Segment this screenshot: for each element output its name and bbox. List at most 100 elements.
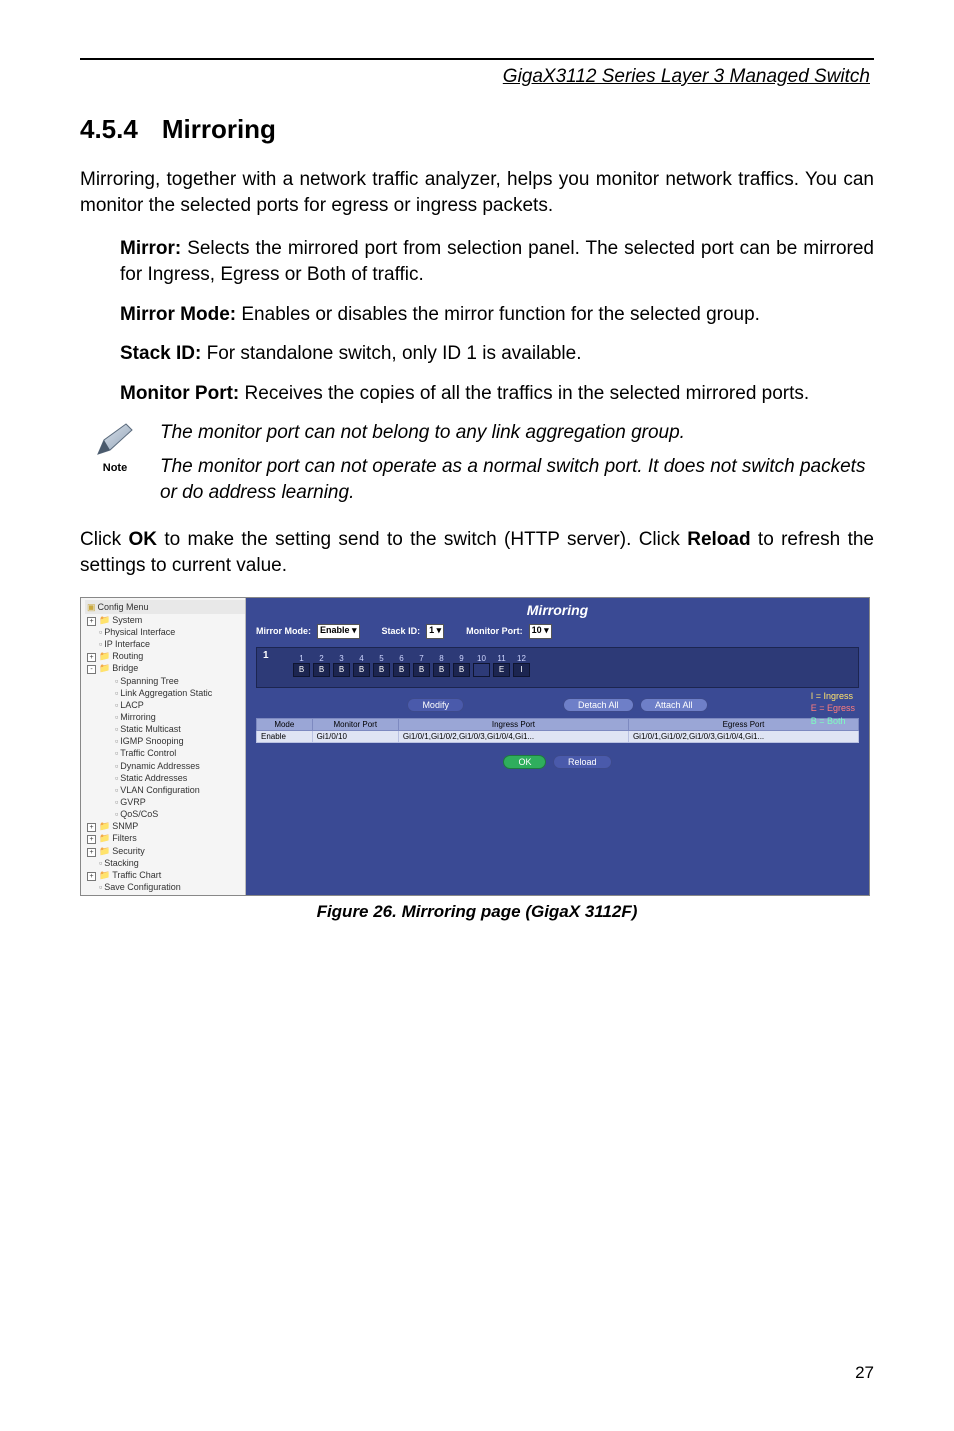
note-label: Note <box>103 462 127 474</box>
section-heading: 4.5.4 Mirroring <box>80 114 874 145</box>
legend-egress: E = Egress <box>811 702 855 715</box>
tree-item[interactable]: -📁Bridge <box>85 662 245 674</box>
running-header: GigaX3112 Series Layer 3 Managed Switch <box>80 66 874 88</box>
modify-button[interactable]: Modify <box>407 698 464 712</box>
port-cell[interactable]: E <box>493 663 510 677</box>
section-number: 4.5.4 <box>80 114 138 145</box>
port-cell[interactable]: B <box>433 663 450 677</box>
reload-button[interactable]: Reload <box>553 755 612 769</box>
header-rule <box>80 58 874 60</box>
th-monitor-port: Monitor Port <box>312 718 398 730</box>
def-monitor-port: Monitor Port: Receives the copies of all… <box>120 381 874 407</box>
mirror-mode-select[interactable]: Enable ▾ <box>317 624 360 639</box>
tree-item[interactable]: ▫Save Configuration <box>85 881 245 893</box>
tree-item[interactable]: +📁Security <box>85 845 245 857</box>
port-selection-box: 1 123456789101112 BBBBBBBBBEI <box>256 647 859 688</box>
port-number: 4 <box>353 654 370 663</box>
port-cell[interactable]: B <box>393 663 410 677</box>
mirroring-panel: Mirroring Mirror Mode: Enable ▾ Stack ID… <box>246 598 869 895</box>
tree-item[interactable]: ▫Mirroring <box>85 711 245 723</box>
legend-both: B = Both <box>811 715 855 728</box>
port-number: 10 <box>473 654 490 663</box>
stack-id-select[interactable]: 1 ▾ <box>426 624 444 639</box>
port-cells: BBBBBBBBBEI <box>293 663 850 677</box>
modify-row: Modify Detach All Attach All <box>256 698 859 712</box>
tree-item[interactable]: ▫IGMP Snooping <box>85 735 245 747</box>
figure-caption: Figure 26. Mirroring page (GigaX 3112F) <box>80 902 874 922</box>
tree-item[interactable]: ▫LACP <box>85 699 245 711</box>
th-mode: Mode <box>257 718 313 730</box>
tree-item[interactable]: ▫Static Addresses <box>85 772 245 784</box>
def-stack-id: Stack ID: For standalone switch, only ID… <box>120 341 874 367</box>
port-number: 1 <box>293 654 310 663</box>
table-header-row: Mode Monitor Port Ingress Port Egress Po… <box>257 718 859 730</box>
port-cell[interactable]: B <box>293 663 310 677</box>
detach-all-button[interactable]: Detach All <box>563 698 634 712</box>
note-line-1: The monitor port can not belong to any l… <box>160 420 874 446</box>
port-cell[interactable]: B <box>353 663 370 677</box>
stack-id-label: Stack ID: <box>382 626 421 636</box>
port-number: 12 <box>513 654 530 663</box>
port-cell[interactable]: B <box>413 663 430 677</box>
outro-paragraph: Click OK to make the setting send to the… <box>80 527 874 578</box>
tree-item[interactable]: ▫VLAN Configuration <box>85 784 245 796</box>
definitions-block: Mirror: Selects the mirrored port from s… <box>80 236 874 406</box>
mirroring-screenshot: ▣Config Menu +📁System▫Physical Interface… <box>80 597 870 896</box>
control-row: Mirror Mode: Enable ▾ Stack ID: 1 ▾ Moni… <box>256 624 859 639</box>
mirroring-table: Mode Monitor Port Ingress Port Egress Po… <box>256 718 859 743</box>
th-ingress-port: Ingress Port <box>398 718 628 730</box>
def-mirror: Mirror: Selects the mirrored port from s… <box>120 236 874 287</box>
port-number: 2 <box>313 654 330 663</box>
figure-26: ▣Config Menu +📁System▫Physical Interface… <box>80 597 874 922</box>
pencil-icon <box>92 420 138 460</box>
tree-item[interactable]: +📁Filters <box>85 832 245 844</box>
tree-item[interactable]: ▫IP Interface <box>85 638 245 650</box>
tree-item[interactable]: ▫GVRP <box>85 796 245 808</box>
tree-item[interactable]: ▫QoS/CoS <box>85 808 245 820</box>
tree-item[interactable]: ▫Link Aggregation Static <box>85 687 245 699</box>
port-cell[interactable]: B <box>373 663 390 677</box>
note-line-2: The monitor port can not operate as a no… <box>160 454 874 505</box>
tree-item[interactable]: +📁Traffic Chart <box>85 869 245 881</box>
def-mirror-mode: Mirror Mode: Enables or disables the mir… <box>120 302 874 328</box>
tree-title: ▣Config Menu <box>85 600 245 614</box>
page-number: 27 <box>855 1363 874 1383</box>
port-lead: 1 <box>263 650 269 661</box>
note-icon: Note <box>80 420 150 474</box>
tree-item[interactable]: ▫Traffic Control <box>85 747 245 759</box>
monitor-port-select[interactable]: 10 ▾ <box>529 624 552 639</box>
intro-paragraph: Mirroring, together with a network traff… <box>80 167 874 218</box>
section-title-text: Mirroring <box>162 114 276 144</box>
tree-item[interactable]: +📁System <box>85 614 245 626</box>
panel-title: Mirroring <box>256 602 859 618</box>
tree-item[interactable]: +📁Routing <box>85 650 245 662</box>
port-cell[interactable]: B <box>453 663 470 677</box>
port-numbers: 123456789101112 <box>293 654 850 663</box>
port-cell[interactable]: B <box>333 663 350 677</box>
tree-item[interactable]: ▫Stacking <box>85 857 245 869</box>
port-number: 9 <box>453 654 470 663</box>
note-text: The monitor port can not belong to any l… <box>150 420 874 513</box>
port-cell[interactable] <box>473 663 490 677</box>
tree-item[interactable]: +📁SNMP <box>85 820 245 832</box>
port-number: 3 <box>333 654 350 663</box>
legend-ingress: I = Ingress <box>811 690 855 703</box>
port-number: 5 <box>373 654 390 663</box>
table-row[interactable]: Enable Gi1/0/10 Gi1/0/1,Gi1/0/2,Gi1/0/3,… <box>257 730 859 742</box>
tree-item[interactable]: ▫Static Multicast <box>85 723 245 735</box>
port-number: 8 <box>433 654 450 663</box>
port-number: 11 <box>493 654 510 663</box>
attach-all-button[interactable]: Attach All <box>640 698 708 712</box>
port-cell[interactable]: I <box>513 663 530 677</box>
mirror-mode-label: Mirror Mode: <box>256 626 311 636</box>
tree-item[interactable]: ▫Dynamic Addresses <box>85 760 245 772</box>
config-tree: ▣Config Menu +📁System▫Physical Interface… <box>81 598 246 895</box>
bottom-button-row: OK Reload <box>256 755 859 769</box>
monitor-port-label: Monitor Port: <box>466 626 523 636</box>
tree-item[interactable]: ▫Physical Interface <box>85 626 245 638</box>
port-cell[interactable]: B <box>313 663 330 677</box>
note-block: Note The monitor port can not belong to … <box>80 420 874 513</box>
legend: I = Ingress E = Egress B = Both <box>811 690 855 728</box>
ok-button[interactable]: OK <box>503 755 546 769</box>
tree-item[interactable]: ▫Spanning Tree <box>85 675 245 687</box>
